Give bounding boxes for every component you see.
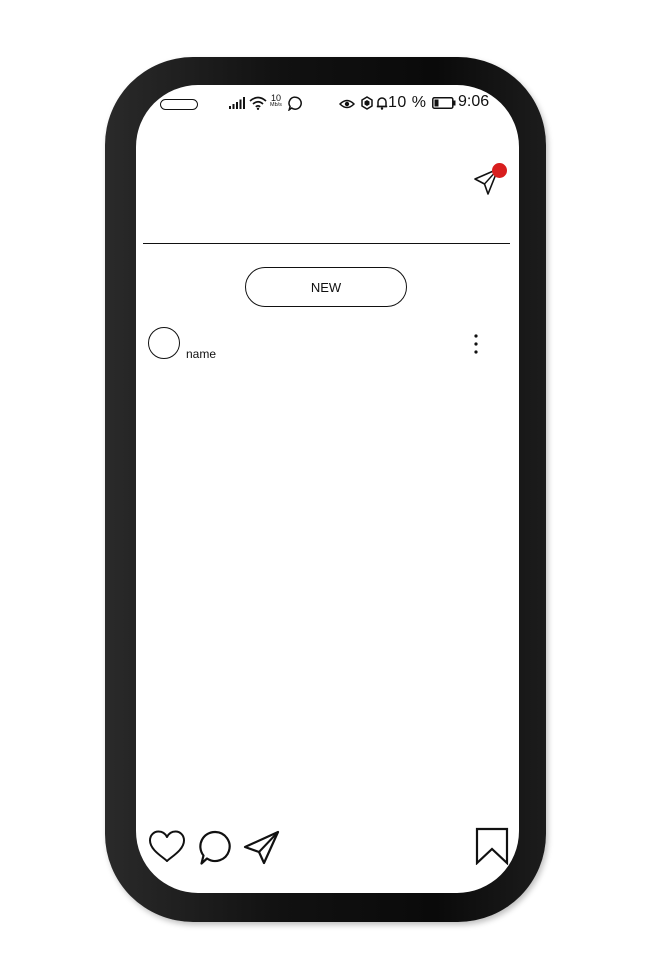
chat-bubble-icon <box>288 96 302 111</box>
status-time: 9:06 <box>458 93 490 110</box>
more-options-icon[interactable] <box>472 333 480 355</box>
bell-icon <box>376 97 388 110</box>
phone-frame: 10 Mb/s 10 % 9:06 NEW name <box>105 57 546 922</box>
signal-icon <box>229 97 245 109</box>
bookmark-icon[interactable] <box>475 827 509 865</box>
share-icon[interactable] <box>243 830 281 866</box>
heart-icon[interactable] <box>148 830 186 863</box>
notification-dot <box>492 163 507 178</box>
comment-icon[interactable] <box>199 830 233 866</box>
phone-screen: 10 Mb/s 10 % 9:06 NEW name <box>136 85 519 893</box>
shield-icon <box>361 96 373 110</box>
camera-pill <box>160 99 198 110</box>
eye-icon <box>339 99 355 109</box>
avatar[interactable] <box>148 327 180 359</box>
header-divider <box>143 243 510 245</box>
new-posts-button[interactable]: NEW <box>245 267 407 307</box>
battery-icon <box>432 97 456 109</box>
battery-percent: 10 % <box>388 94 427 111</box>
network-speed-unit: Mb/s <box>270 102 282 108</box>
post-username[interactable]: name <box>186 347 216 361</box>
status-bar: 10 Mb/s 10 % 9:06 <box>136 85 519 123</box>
wifi-icon <box>249 96 267 110</box>
network-speed: 10 Mb/s <box>270 94 282 109</box>
